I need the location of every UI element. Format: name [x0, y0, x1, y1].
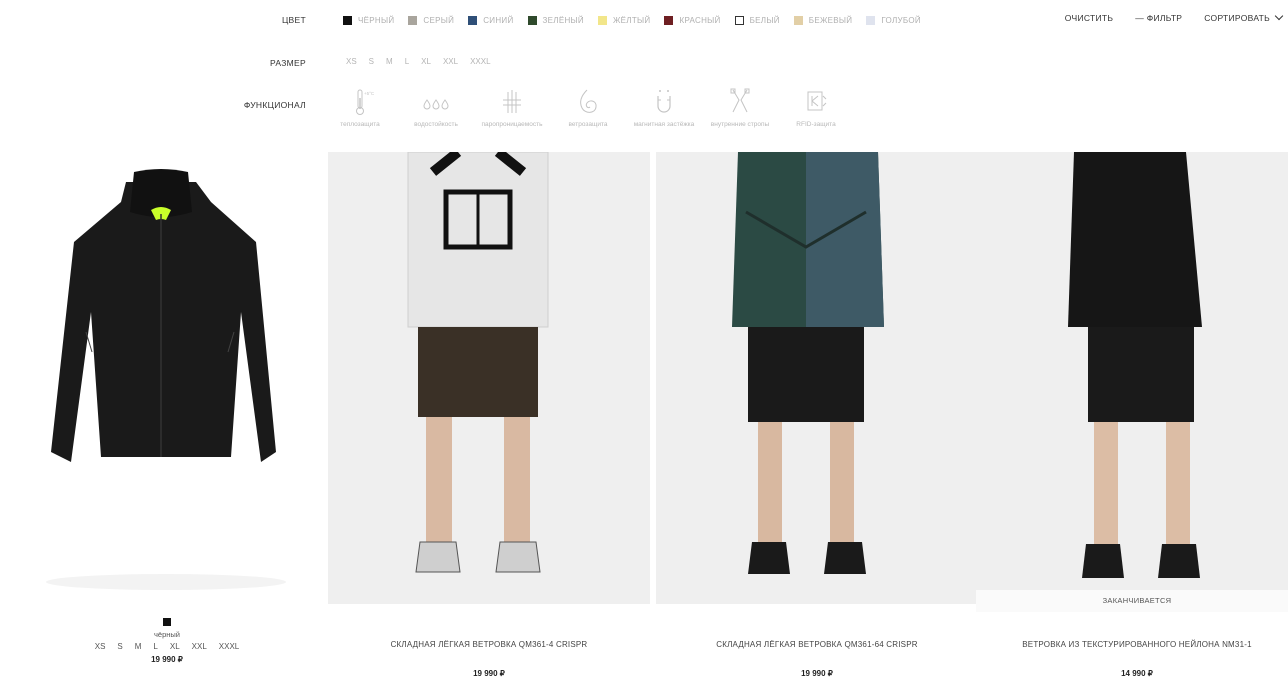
function-option-label: теплозащита — [340, 121, 380, 128]
size-option-l[interactable]: L — [405, 57, 409, 66]
size-option-m[interactable]: M — [386, 57, 393, 66]
function-option-breathable[interactable]: паропроницаемость — [478, 86, 546, 129]
size-option[interactable]: S — [117, 642, 122, 651]
product-image[interactable] — [656, 152, 978, 604]
size-option[interactable]: XS — [95, 642, 106, 651]
color-option-label: СИНИЙ — [483, 15, 514, 25]
catalog-actions: ОЧИСТИТЬ — ФИЛЬТР СОРТИРОВАТЬ — [1065, 11, 1284, 23]
color-swatch — [468, 15, 478, 25]
product-price: 19 990 ₽ — [151, 655, 183, 664]
breathable-icon — [503, 90, 521, 113]
wind-spiral-icon — [580, 89, 597, 113]
function-option-label: RFID-защита — [796, 121, 836, 128]
size-option[interactable]: XL — [170, 642, 180, 651]
color-option-white[interactable]: БЕЛЫЙ — [734, 15, 780, 25]
color-option-label: СЕРЫЙ — [423, 15, 455, 25]
color-option-beige[interactable]: БЕЖЕВЫЙ — [793, 15, 853, 25]
color-option-label: ЧЁРНЫЙ — [358, 15, 395, 25]
color-option-label: БЕЖЕВЫЙ — [808, 15, 853, 25]
color-swatch — [597, 15, 607, 25]
color-swatch — [527, 15, 537, 25]
size-option-xxl[interactable]: XXL — [443, 57, 458, 66]
toggle-filter-button[interactable]: — ФИЛЬТР — [1135, 13, 1182, 23]
color-option-blue[interactable]: СИНИЙ — [468, 15, 514, 25]
color-option-black[interactable]: ЧЁРНЫЙ — [343, 15, 395, 25]
product-title[interactable]: СКЛАДНАЯ ЛЁГКАЯ ВЕТРОВКА QM361-64 CRISPR — [656, 640, 978, 649]
function-option-label: паропроницаемость — [481, 121, 543, 128]
size-option-xl[interactable]: XL — [421, 57, 431, 66]
color-swatch — [734, 15, 744, 25]
color-swatch-black[interactable] — [163, 618, 171, 626]
product-size-list: XS S M L XL XXL XXXL — [6, 642, 328, 651]
function-options: +5°C теплозащита водостойкость паропрони… — [326, 86, 850, 129]
product-image[interactable] — [328, 152, 650, 604]
color-option-light-blue[interactable]: ГОЛУБОЙ — [866, 15, 921, 25]
product-card[interactable]: ЗАКАНЧИВАЕТСЯ ВЕТРОВКА ИЗ ТЕКСТУРИРОВАНН… — [976, 152, 1288, 681]
rfid-icon — [807, 91, 827, 111]
function-filter-label: ФУНКЦИОНАЛ — [243, 100, 306, 110]
color-option-label: БЕЛЫЙ — [749, 15, 780, 25]
product-image[interactable] — [6, 152, 328, 604]
straps-icon — [730, 88, 750, 113]
product-title[interactable]: ВЕТРОВКА ИЗ ТЕКСТУРИРОВАННОГО НЕЙЛОНА NM… — [976, 640, 1288, 649]
low-stock-badge: ЗАКАНЧИВАЕТСЯ — [976, 590, 1288, 612]
thermometer-icon: +5°C — [356, 89, 375, 115]
magnet-icon — [657, 90, 671, 113]
water-drops-icon — [423, 99, 449, 110]
size-option-xxxl[interactable]: XXXL — [470, 57, 490, 66]
color-option-grey[interactable]: СЕРЫЙ — [408, 15, 455, 25]
product-card[interactable]: СКЛАДНАЯ ЛЁГКАЯ ВЕТРОВКА QM361-64 CRISPR… — [656, 152, 978, 681]
function-option-windproof[interactable]: ветрозащита — [554, 86, 622, 129]
product-price: 19 990 ₽ — [801, 669, 833, 678]
product-card[interactable]: СКЛАДНАЯ ЛЁГКАЯ ВЕТРОВКА QM361-4 CRISPR … — [328, 152, 650, 681]
color-option-label: ЖЁЛТЫЙ — [612, 15, 651, 25]
sort-button[interactable]: СОРТИРОВАТЬ — [1204, 11, 1284, 23]
color-swatch — [866, 15, 876, 25]
model-photo — [732, 152, 884, 574]
size-option[interactable]: L — [153, 642, 157, 651]
color-option-label: ЗЕЛЁНЫЙ — [542, 15, 584, 25]
function-option-waterproof[interactable]: водостойкость — [402, 86, 470, 129]
product-image[interactable] — [976, 152, 1288, 604]
color-option-green[interactable]: ЗЕЛЁНЫЙ — [527, 15, 584, 25]
size-option[interactable]: XXL — [192, 642, 207, 651]
product-card[interactable]: чёрный XS S M L XL XXL XXXL 19 990 ₽ — [6, 152, 328, 681]
function-option-label: внутренние стропы — [710, 121, 770, 128]
product-price: 14 990 ₽ — [1121, 669, 1153, 678]
temperature-badge: +5°C — [364, 91, 375, 96]
color-option-label: КРАСНЫЙ — [679, 15, 721, 25]
product-title[interactable]: СКЛАДНАЯ ЛЁГКАЯ ВЕТРОВКА QM361-4 CRISPR — [328, 640, 650, 649]
color-swatch — [343, 15, 352, 25]
chevron-down-icon — [1274, 11, 1284, 21]
clear-filters-button[interactable]: ОЧИСТИТЬ — [1065, 13, 1114, 23]
color-option-red[interactable]: КРАСНЫЙ — [664, 15, 721, 25]
color-options: ЧЁРНЫЙ СЕРЫЙ СИНИЙ ЗЕЛЁНЫЙ ЖЁЛТЫЙ КРАСНЫ… — [343, 12, 921, 28]
function-option-insulation[interactable]: +5°C теплозащита — [326, 86, 394, 129]
model-photo — [1068, 152, 1202, 578]
product-quick-info: чёрный XS S M L XL XXL XXXL 19 990 ₽ — [6, 618, 328, 664]
function-option-inner-straps[interactable]: внутренние стропы — [706, 86, 774, 129]
function-option-label: ветрозащита — [568, 121, 608, 128]
function-option-magnetic-closure[interactable]: магнитная застёжка — [630, 86, 698, 129]
color-swatch — [408, 15, 418, 25]
product-price: 19 990 ₽ — [473, 669, 505, 678]
color-swatch — [793, 15, 803, 25]
size-option-xs[interactable]: XS — [346, 57, 357, 66]
size-option-s[interactable]: S — [369, 57, 374, 66]
function-option-label: магнитная застёжка — [633, 121, 695, 128]
size-filter-label: РАЗМЕР — [269, 58, 306, 68]
product-color-label: чёрный — [154, 630, 180, 639]
color-option-yellow[interactable]: ЖЁЛТЫЙ — [597, 15, 651, 25]
function-option-rfid[interactable]: RFID-защита — [782, 86, 850, 129]
size-option[interactable]: XXXL — [219, 642, 239, 651]
size-options: XS S M L XL XXL XXXL — [346, 57, 491, 66]
size-option[interactable]: M — [135, 642, 142, 651]
color-option-label: ГОЛУБОЙ — [881, 15, 921, 25]
model-photo — [407, 152, 549, 573]
jacket-image — [46, 169, 286, 590]
function-option-label: водостойкость — [414, 121, 458, 128]
color-swatch — [664, 15, 674, 25]
sort-label: СОРТИРОВАТЬ — [1204, 13, 1270, 23]
color-filter-label: ЦВЕТ — [281, 15, 306, 25]
